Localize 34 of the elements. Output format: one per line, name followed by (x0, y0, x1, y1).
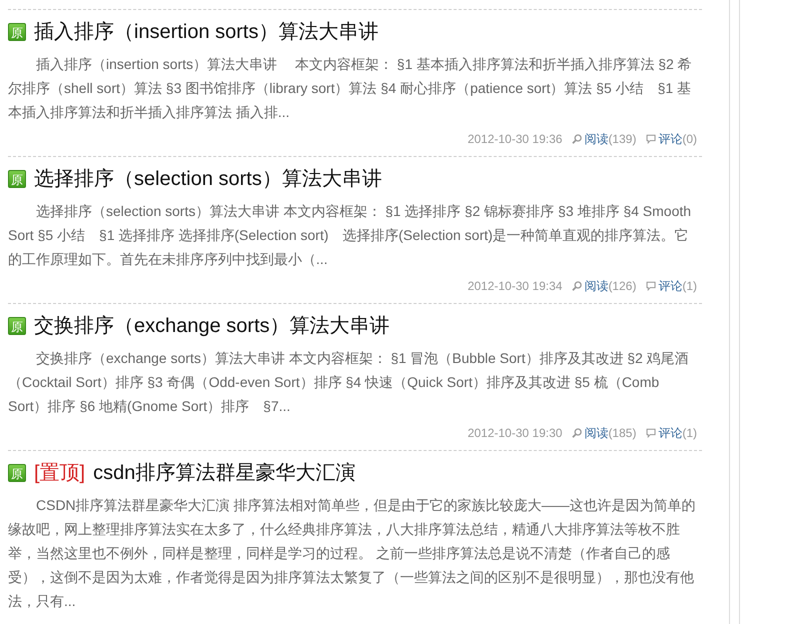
post-title-link[interactable]: 交换排序（exchange sorts）算法大串讲 (34, 312, 390, 340)
post-summary: 交换排序（exchange sorts）算法大串讲 本文内容框架： §1 冒泡（Bubble Sort）排序及其改进 §2 鸡尾酒（Cocktail Sort）排序 §3 奇偶（Odd-even Sort）排序 §4 快速（Quick Sort）排序及其改进 §5 梳（Comb Sort）排序 §6 地精(Gnome Sort）排序 §7... (8, 349, 690, 416)
post-summary: 选择排序（selection sorts）算法大串讲 本文内容框架： §1 选择排序 §2 锦标赛排序 §3 堆排序 §4 Smooth Sort §5 小结 §1 选择排序 选择排序(Selection sort) 选择排序(Selection sort)是一种简单直观的排序算法。它的工作原理如下。首先在未排序序列中找到最小（... (8, 202, 692, 269)
comment-count: (1) (682, 279, 697, 293)
speech-bubble-icon (646, 281, 656, 291)
post-title-link[interactable]: 选择排序（selection sorts）算法大串讲 (34, 165, 382, 193)
pinned-tag: [置顶] (34, 459, 86, 487)
comment-link[interactable]: 评论 (658, 130, 682, 148)
post-title-link[interactable]: 插入排序（insertion sorts）算法大串讲 (34, 18, 378, 46)
magnifier-icon (572, 281, 582, 291)
post-title-link[interactable]: csdn排序算法群星豪华大汇演 (93, 459, 356, 487)
magnifier-icon (572, 428, 582, 438)
read-count: (139) (608, 132, 636, 146)
read-count: (126) (608, 279, 636, 293)
read-link[interactable]: 阅读 (584, 130, 608, 148)
speech-bubble-icon (646, 428, 656, 438)
read-count: (185) (608, 426, 636, 440)
original-badge: 原 (8, 170, 26, 188)
post-date: 2012-10-30 19:30 (468, 426, 562, 440)
post-date: 2012-10-30 19:36 (468, 132, 562, 146)
speech-bubble-icon (646, 134, 656, 144)
original-badge: 原 (8, 317, 26, 335)
comment-count: (1) (682, 426, 697, 440)
comment-count: (0) (682, 132, 697, 146)
original-badge: 原 (8, 23, 26, 41)
read-link[interactable]: 阅读 (584, 424, 608, 442)
magnifier-icon (572, 134, 582, 144)
comment-link[interactable]: 评论 (658, 424, 682, 442)
post-date: 2012-10-30 19:34 (468, 279, 562, 293)
post-summary: CSDN排序算法群星豪华大汇演 排序算法相对简单些，但是由于它的家族比较庞大——这也许是因为简单的缘故吧，网上整理排序算法实在太多了，什么经典排序算法，八大排序算法总结，精通八大排序算法等枚不胜举，当然这里也不例外，同样是整理，同样是学习的过程。 之前一些排序算法总是说不清楚（作者自己的感受），这倒不是因为太难，作者觉得是因为排序算法太繁复了（一些算法之间的区别不是很明显），那也没有他法，只有... (8, 496, 697, 611)
original-badge: 原 (8, 464, 26, 482)
read-link[interactable]: 阅读 (584, 278, 608, 294)
comment-link[interactable]: 评论 (658, 278, 682, 294)
post-summary: 插入排序（insertion sorts）算法大串讲 本文内容框架： §1 基本插入排序算法和折半插入排序算法 §2 希尔排序（shell sort）算法 §3 图书馆排序（library sort）算法 §4 耐心排序（patience sort）算法 §5 小结 §1 基本插入排序算法和折半插入排序算法 插入排... (8, 55, 693, 122)
